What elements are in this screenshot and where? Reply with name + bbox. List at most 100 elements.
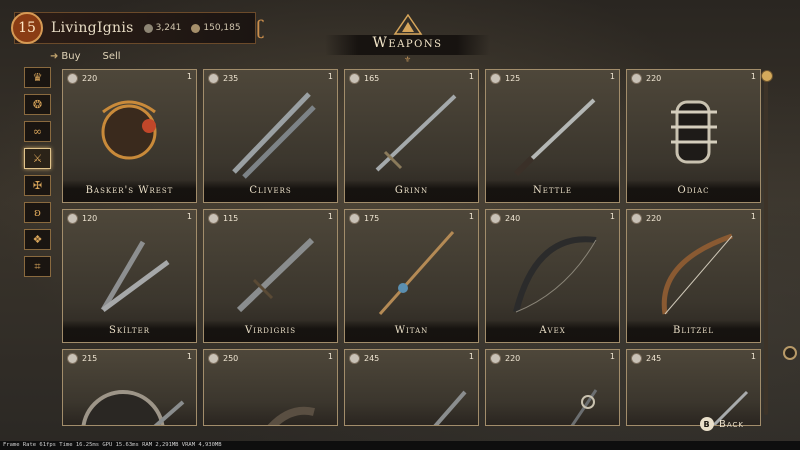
item-quantity: 1 xyxy=(609,212,615,221)
item-card[interactable]: 125 1 Nettle xyxy=(485,69,620,203)
item-price: 220 xyxy=(67,73,97,84)
item-price: 120 xyxy=(67,213,97,224)
item-price-value: 165 xyxy=(364,74,380,83)
item-image xyxy=(101,100,157,160)
item-quantity: 1 xyxy=(327,352,333,361)
item-card[interactable]: 240 1 Avex xyxy=(485,209,620,343)
item-quantity: 1 xyxy=(609,72,615,81)
item-name: Witan xyxy=(345,320,478,342)
debug-overlay: Frame Rate 61fps Time 16.25ms GPU 15.63m… xyxy=(0,441,800,450)
orb-icon xyxy=(490,353,501,364)
item-card[interactable]: 220 1 xyxy=(485,349,620,426)
item-quantity: 1 xyxy=(327,212,333,221)
item-card[interactable]: 175 1 Witan xyxy=(344,209,479,343)
item-card[interactable]: 220 1 Odiac xyxy=(626,69,761,203)
player-level-badge: 15 xyxy=(11,12,43,44)
orb-icon xyxy=(208,213,219,224)
tab-sell[interactable]: Sell xyxy=(103,51,121,62)
item-image xyxy=(267,406,315,425)
currency-b-value: 150,185 xyxy=(203,23,241,33)
item-card[interactable]: 215 1 xyxy=(62,349,197,426)
bag-icon: ʚ xyxy=(34,206,41,219)
item-price: 245 xyxy=(349,353,379,364)
orb-icon xyxy=(631,353,642,364)
orb-icon xyxy=(143,23,153,33)
tab-buy[interactable]: ➜ Buy xyxy=(50,51,81,62)
item-name: Odiac xyxy=(627,180,760,202)
category-weapons-button[interactable]: ⚔ xyxy=(24,148,51,169)
item-card[interactable]: 250 1 xyxy=(203,349,338,426)
item-card[interactable]: 165 1 Grinn xyxy=(344,69,479,203)
item-price-value: 245 xyxy=(364,354,380,363)
item-price: 250 xyxy=(208,353,238,364)
orb-icon xyxy=(349,73,360,84)
category-gems-button[interactable]: ❖ xyxy=(24,229,51,250)
item-name: Clivers xyxy=(204,180,337,202)
scrollbar[interactable] xyxy=(761,70,773,415)
item-price: 240 xyxy=(490,213,520,224)
orb-icon xyxy=(631,213,642,224)
category-sidebar: ♛ ❂ ∞ ⚔ ✠ ʚ ❖ ⌗ xyxy=(24,67,51,283)
category-armor-button[interactable]: ✠ xyxy=(24,175,51,196)
item-quantity: 1 xyxy=(468,72,474,81)
item-price-value: 240 xyxy=(505,214,521,223)
gems-icon: ❖ xyxy=(32,233,43,246)
item-name: Skílter xyxy=(63,320,196,342)
item-name: Nettle xyxy=(486,180,619,202)
item-price: 245 xyxy=(631,353,661,364)
player-name: LivingIgnis xyxy=(51,20,134,36)
weapon-icon: ⚔ xyxy=(32,152,43,165)
category-crown-button[interactable]: ♛ xyxy=(24,67,51,88)
item-image xyxy=(375,94,457,172)
orb-icon xyxy=(490,73,501,84)
currency-a: 3,241 xyxy=(143,23,182,33)
item-card[interactable]: 115 1 Virdigris xyxy=(203,209,338,343)
item-card[interactable]: 120 1 Skílter xyxy=(62,209,197,343)
currency-a-value: 3,241 xyxy=(155,23,182,33)
item-image xyxy=(100,240,170,313)
item-quantity: 1 xyxy=(327,72,333,81)
item-quantity: 1 xyxy=(468,212,474,221)
orb-icon xyxy=(349,213,360,224)
item-card[interactable]: 220 1 Basker's Wrest xyxy=(62,69,197,203)
trade-tabs: ➜ Buy Sell xyxy=(50,51,121,62)
item-name: Virdigris xyxy=(204,320,337,342)
category-misc-button[interactable]: ⌗ xyxy=(24,256,51,277)
chevron-right-icon: ➜ xyxy=(50,51,59,62)
item-card[interactable]: 220 1 Blitzel xyxy=(626,209,761,343)
crown-icon: ♛ xyxy=(32,71,43,84)
vendor-emblem-icon xyxy=(393,14,423,35)
category-helmet-button[interactable]: ❂ xyxy=(24,94,51,115)
item-image xyxy=(661,233,733,315)
item-price-value: 175 xyxy=(364,214,380,223)
item-card[interactable]: 245 1 xyxy=(626,349,761,426)
item-card[interactable]: 245 1 xyxy=(344,349,479,426)
item-image xyxy=(81,390,185,425)
orb-icon xyxy=(67,353,78,364)
item-price: 235 xyxy=(208,73,238,84)
orb-icon xyxy=(208,353,219,364)
currency-b: 150,185 xyxy=(191,23,241,33)
item-quantity: 1 xyxy=(186,72,192,81)
item-card[interactable]: 235 1 Clivers xyxy=(203,69,338,203)
player-panel: 15 LivingIgnis 3,241 150,185 xyxy=(11,12,256,44)
item-price-value: 220 xyxy=(646,74,662,83)
item-name: Blitzel xyxy=(627,320,760,342)
scrollbar-thumb[interactable] xyxy=(761,70,773,82)
rings-icon: ∞ xyxy=(32,125,43,138)
orb-icon xyxy=(208,73,219,84)
category-bag-button[interactable]: ʚ xyxy=(24,202,51,223)
item-quantity: 1 xyxy=(609,352,615,361)
item-price-value: 115 xyxy=(223,214,239,223)
item-name: Grinn xyxy=(345,180,478,202)
item-price: 215 xyxy=(67,353,97,364)
item-price: 220 xyxy=(631,73,661,84)
category-rings-button[interactable]: ∞ xyxy=(24,121,51,142)
item-price: 175 xyxy=(349,213,379,224)
item-name: Avex xyxy=(486,320,619,342)
item-price-value: 245 xyxy=(646,354,662,363)
orb-icon xyxy=(67,213,78,224)
item-price-value: 220 xyxy=(505,354,521,363)
item-price: 220 xyxy=(490,353,520,364)
back-button[interactable]: B Back xyxy=(700,416,768,432)
